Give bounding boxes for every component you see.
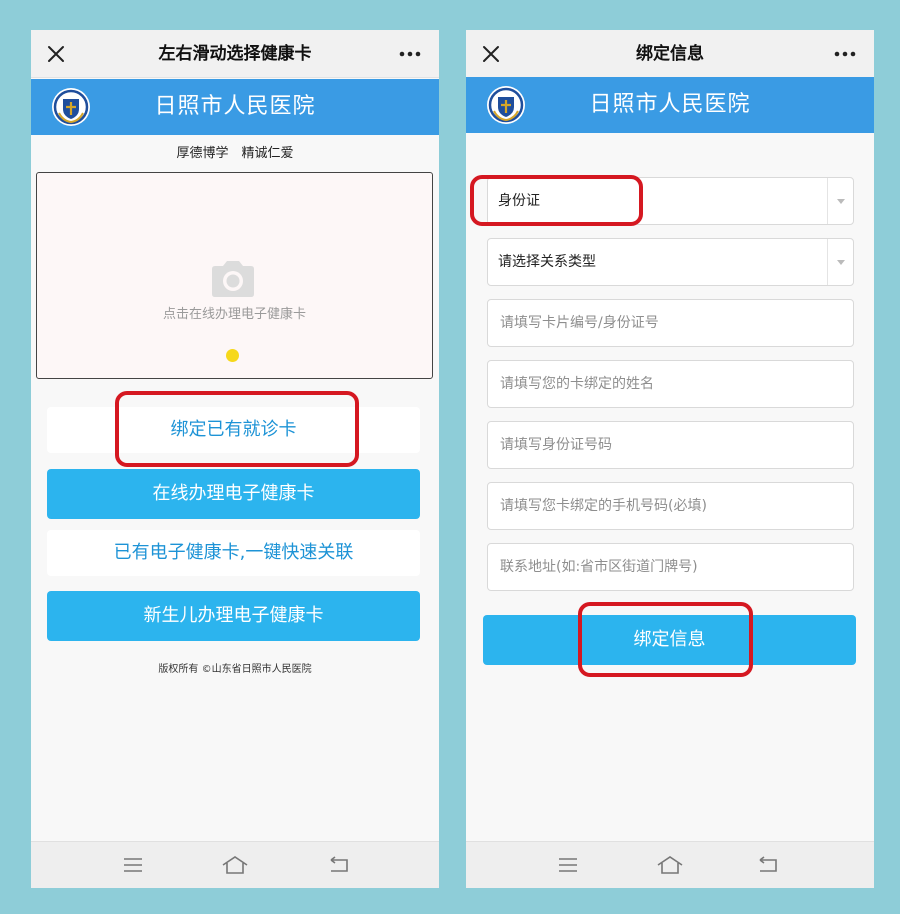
card-number-field[interactable] [487,299,854,347]
card-hint: 点击在线办理电子健康卡 [162,307,306,322]
id-number-input[interactable] [488,422,853,468]
newborn-card-button[interactable]: 新生儿办理电子健康卡 [47,591,420,641]
relation-type-value: 请选择关系类型 [498,254,596,270]
hospital-banner: 日照市人民医院 [31,79,439,135]
close-icon[interactable] [476,39,506,69]
page-title: 绑定信息 [636,44,704,64]
menu-icon[interactable] [550,852,586,878]
menu-icon[interactable] [115,852,151,878]
quick-link-button[interactable]: 已有电子健康卡,一键快速关联 [47,530,420,576]
relation-type-select[interactable]: 请选择关系类型 [487,238,854,286]
home-icon[interactable] [652,852,688,878]
phone-field[interactable] [487,482,854,530]
hospital-name: 日照市人民医院 [154,94,316,119]
top-bar: 左右滑动选择健康卡 [31,30,439,78]
top-bar: 绑定信息 [466,30,874,78]
apply-online-button[interactable]: 在线办理电子健康卡 [47,469,420,519]
hospital-banner: 日照市人民医院 [466,77,874,133]
bottom-nav [31,841,439,888]
back-icon[interactable] [750,852,786,878]
hospital-motto: 厚德博学 精诚仁爱 [176,146,294,161]
hospital-name: 日照市人民医院 [589,92,751,117]
id-number-field[interactable] [487,421,854,469]
name-field[interactable] [487,360,854,408]
back-icon[interactable] [321,852,357,878]
health-card-area[interactable]: 点击在线办理电子健康卡 [36,172,433,379]
phone-input[interactable] [488,483,853,529]
copyright-text: 版权所有 ©山东省日照市人民医院 [158,664,312,675]
card-number-input[interactable] [488,300,853,346]
home-icon[interactable] [217,852,253,878]
right-phone-screen: 绑定信息 日照市人民医院 身份证 请选择关系类型 请填写卡片编号/身份证号 请填… [466,30,874,888]
chevron-down-icon [827,239,853,285]
close-icon[interactable] [41,39,71,69]
carousel-indicator [226,349,239,362]
address-input[interactable] [488,544,853,590]
chevron-down-icon [827,178,853,224]
name-input[interactable] [488,361,853,407]
page-title: 左右滑动选择健康卡 [158,44,312,64]
more-icon[interactable] [393,39,427,69]
camera-icon [208,259,258,299]
bind-info-button[interactable]: 绑定信息 [483,615,856,665]
left-phone-screen: 左右滑动选择健康卡 日照市人民医院 厚德博学 精诚仁爱 点击在线办理电子健康卡 … [31,30,439,888]
bottom-nav [466,841,874,888]
bind-existing-card-button[interactable]: 绑定已有就诊卡 [47,407,420,453]
address-field[interactable] [487,543,854,591]
id-type-value: 身份证 [498,193,540,209]
more-icon[interactable] [828,39,862,69]
id-type-select[interactable]: 身份证 [487,177,854,225]
